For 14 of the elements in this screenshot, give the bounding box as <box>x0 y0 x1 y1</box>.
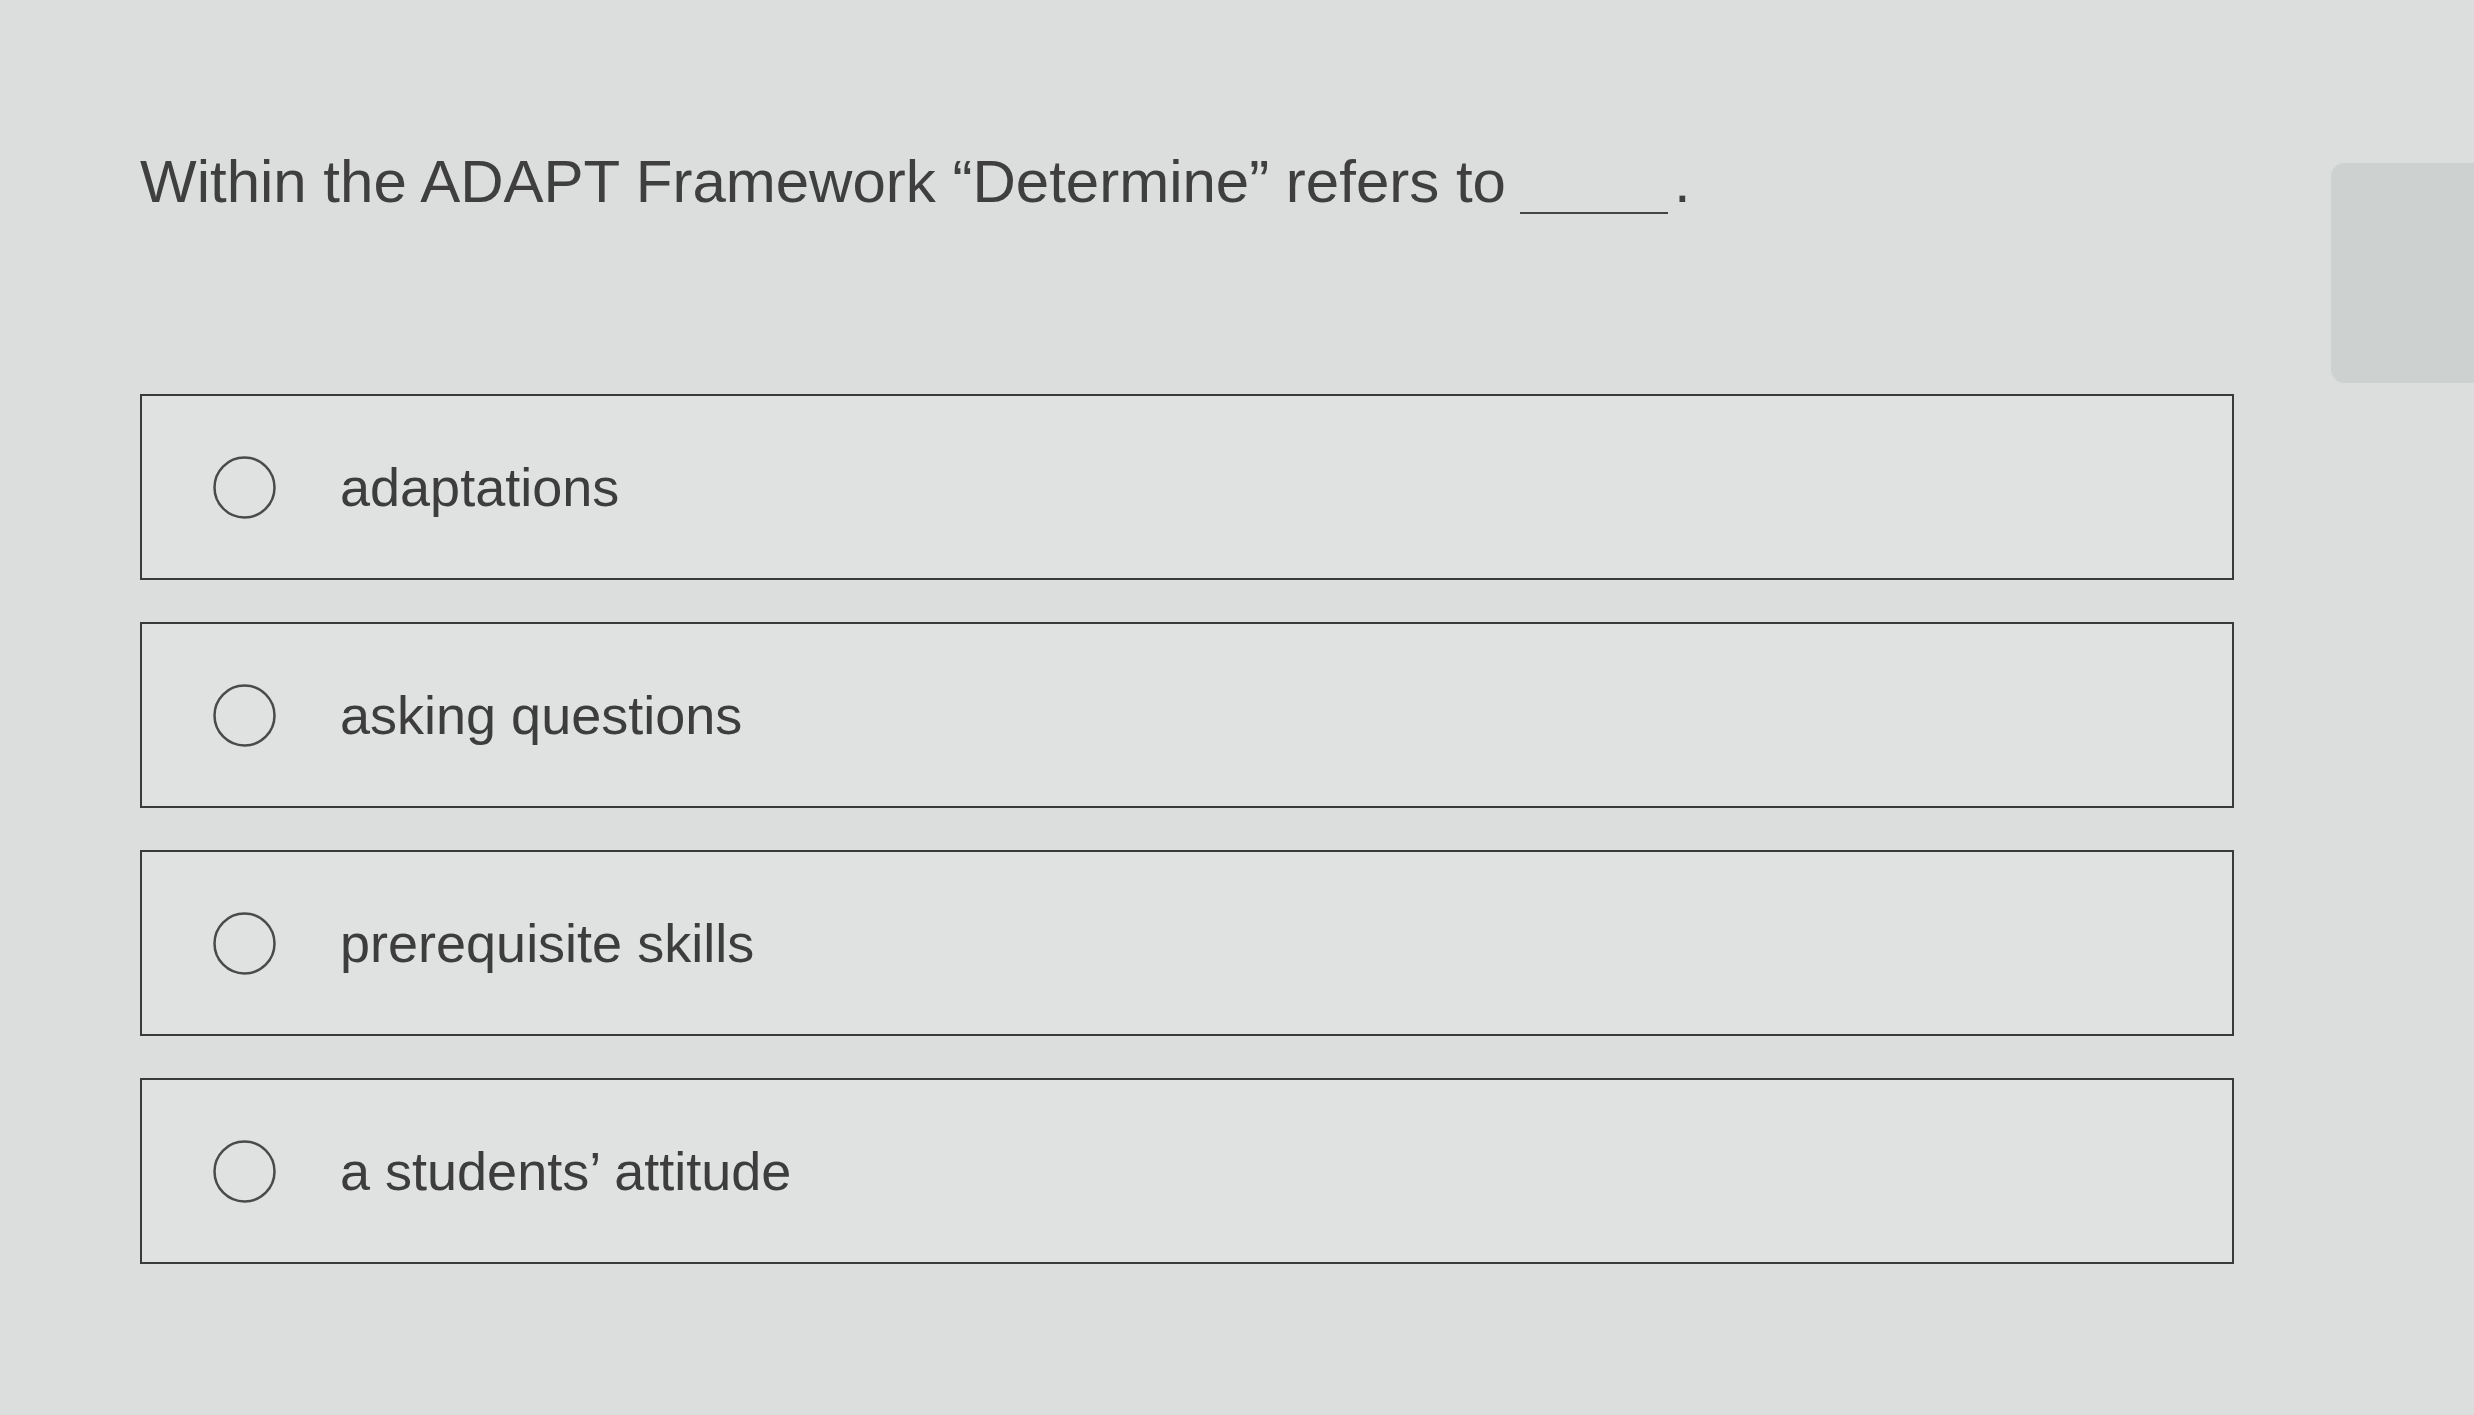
option-label: a students’ attitude <box>340 1140 792 1202</box>
radio-button[interactable] <box>213 683 276 747</box>
option-label: prerequisite skills <box>340 912 755 974</box>
question-period: . <box>1673 147 1691 217</box>
answer-option[interactable]: prerequisite skills <box>140 850 2234 1036</box>
question-text: Within the ADAPT Framework “Determine” refers to <box>140 147 1506 217</box>
answer-option[interactable]: asking questions <box>140 622 2234 808</box>
radio-button[interactable] <box>213 455 276 519</box>
radio-button[interactable] <box>213 1139 276 1203</box>
option-label: asking questions <box>340 684 743 746</box>
option-label: adaptations <box>340 456 620 518</box>
answer-option[interactable]: adaptations <box>140 394 2234 580</box>
answer-option[interactable]: a students’ attitude <box>140 1078 2234 1264</box>
radio-button[interactable] <box>213 911 276 975</box>
